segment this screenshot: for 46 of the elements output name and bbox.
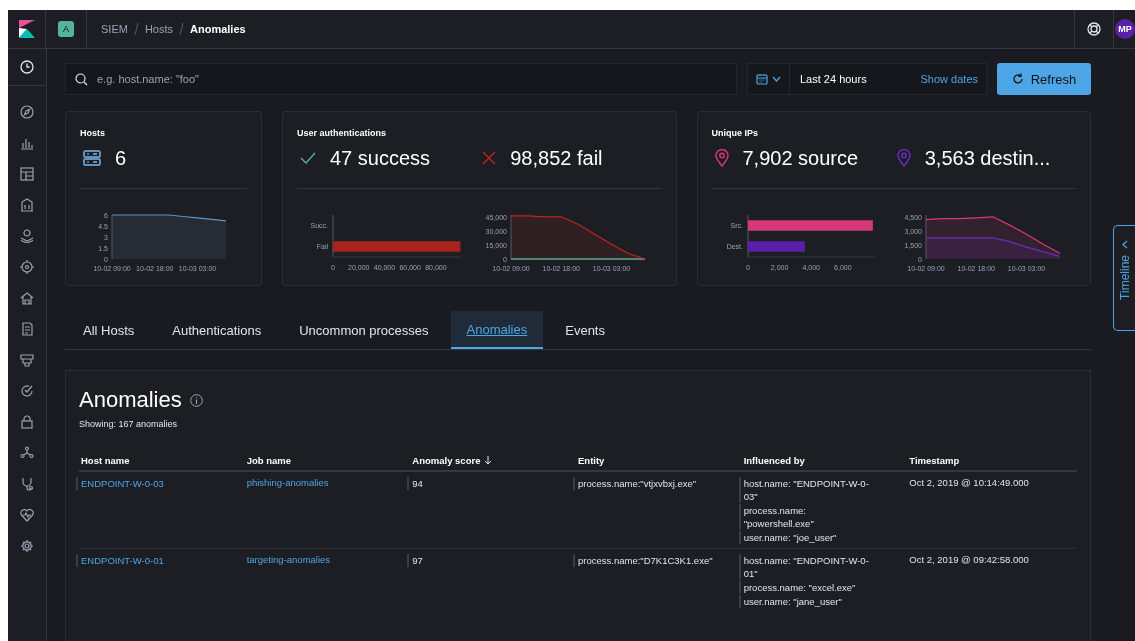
show-dates-link[interactable]: Show dates — [920, 73, 986, 85]
card-title: User authentications — [297, 128, 387, 138]
table-cell: 97 — [407, 554, 423, 567]
stat-value: 98,852 fail — [510, 146, 603, 170]
table-cell: Oct 2, 2019 @ 10:14:49.000 — [909, 477, 1029, 488]
card-title: Unique IPs — [711, 128, 758, 138]
tab[interactable]: Anomalies — [450, 311, 544, 349]
column-header[interactable]: Influenced by — [743, 455, 805, 466]
space-badge[interactable]: A — [58, 21, 74, 37]
breadcrumb[interactable]: SIEM — [101, 23, 128, 35]
table-cell: process.name:"vtjxvbxj.exe" — [573, 477, 697, 490]
card-title: Hosts — [80, 128, 105, 138]
table-cell: 94 — [407, 477, 423, 490]
host-link[interactable]: ENDPOINT-W-0-01 — [76, 554, 164, 567]
column-header[interactable]: Job name — [246, 455, 291, 466]
stat-value: 47 success — [330, 146, 431, 170]
influencer-tag[interactable]: host.name: "ENDPOINT-W-0-01" — [738, 554, 876, 580]
refresh-button[interactable]: Refresh — [997, 63, 1091, 95]
stat-value: 7,902 source — [742, 146, 859, 170]
column-header[interactable]: Timestamp — [909, 455, 960, 466]
column-header[interactable]: Anomaly score — [412, 455, 493, 466]
stat-value: 6 — [115, 146, 127, 170]
host-link[interactable]: ENDPOINT-W-0-03 — [76, 477, 164, 490]
tab[interactable]: Authentications — [156, 311, 278, 349]
anomaly-count: Showing: 167 anomalies — [79, 419, 178, 429]
table-cell: Oct 2, 2019 @ 09:42:58.000 — [909, 554, 1029, 565]
column-header[interactable]: Entity — [578, 455, 605, 466]
influencer-tag[interactable]: user.name: "jane_user" — [738, 595, 842, 608]
influencer-tag[interactable]: host.name: "ENDPOINT-W-0-03" — [738, 477, 876, 503]
table-cell: process.name:"D7K1C3K1.exe" — [573, 554, 713, 567]
column-header[interactable]: Host name — [81, 455, 130, 466]
tab[interactable]: Events — [549, 311, 621, 349]
panel-title: Anomalies — [79, 387, 182, 413]
breadcrumb[interactable]: Hosts — [144, 23, 174, 35]
influencer-tag[interactable]: process.name: "powershell.exe" — [738, 504, 876, 530]
user-avatar[interactable]: MP — [1115, 19, 1135, 39]
date-range[interactable]: Last 24 hours — [790, 73, 921, 85]
search-field[interactable]: e.g. host.name: "foo" — [65, 63, 737, 95]
influencer-tag[interactable]: process.name: "excel.exe" — [738, 581, 856, 594]
job-link[interactable]: phishing-anomalies — [246, 477, 329, 488]
tab[interactable]: Uncommon processes — [283, 311, 445, 349]
breadcrumb[interactable]: Anomalies — [190, 23, 246, 35]
tab[interactable]: All Hosts — [67, 311, 151, 349]
job-link[interactable]: targeting-anomalies — [246, 554, 331, 565]
influencer-tag[interactable]: user.name: "joe_user" — [738, 531, 837, 544]
stat-value: 3,563 destin... — [924, 146, 1051, 170]
